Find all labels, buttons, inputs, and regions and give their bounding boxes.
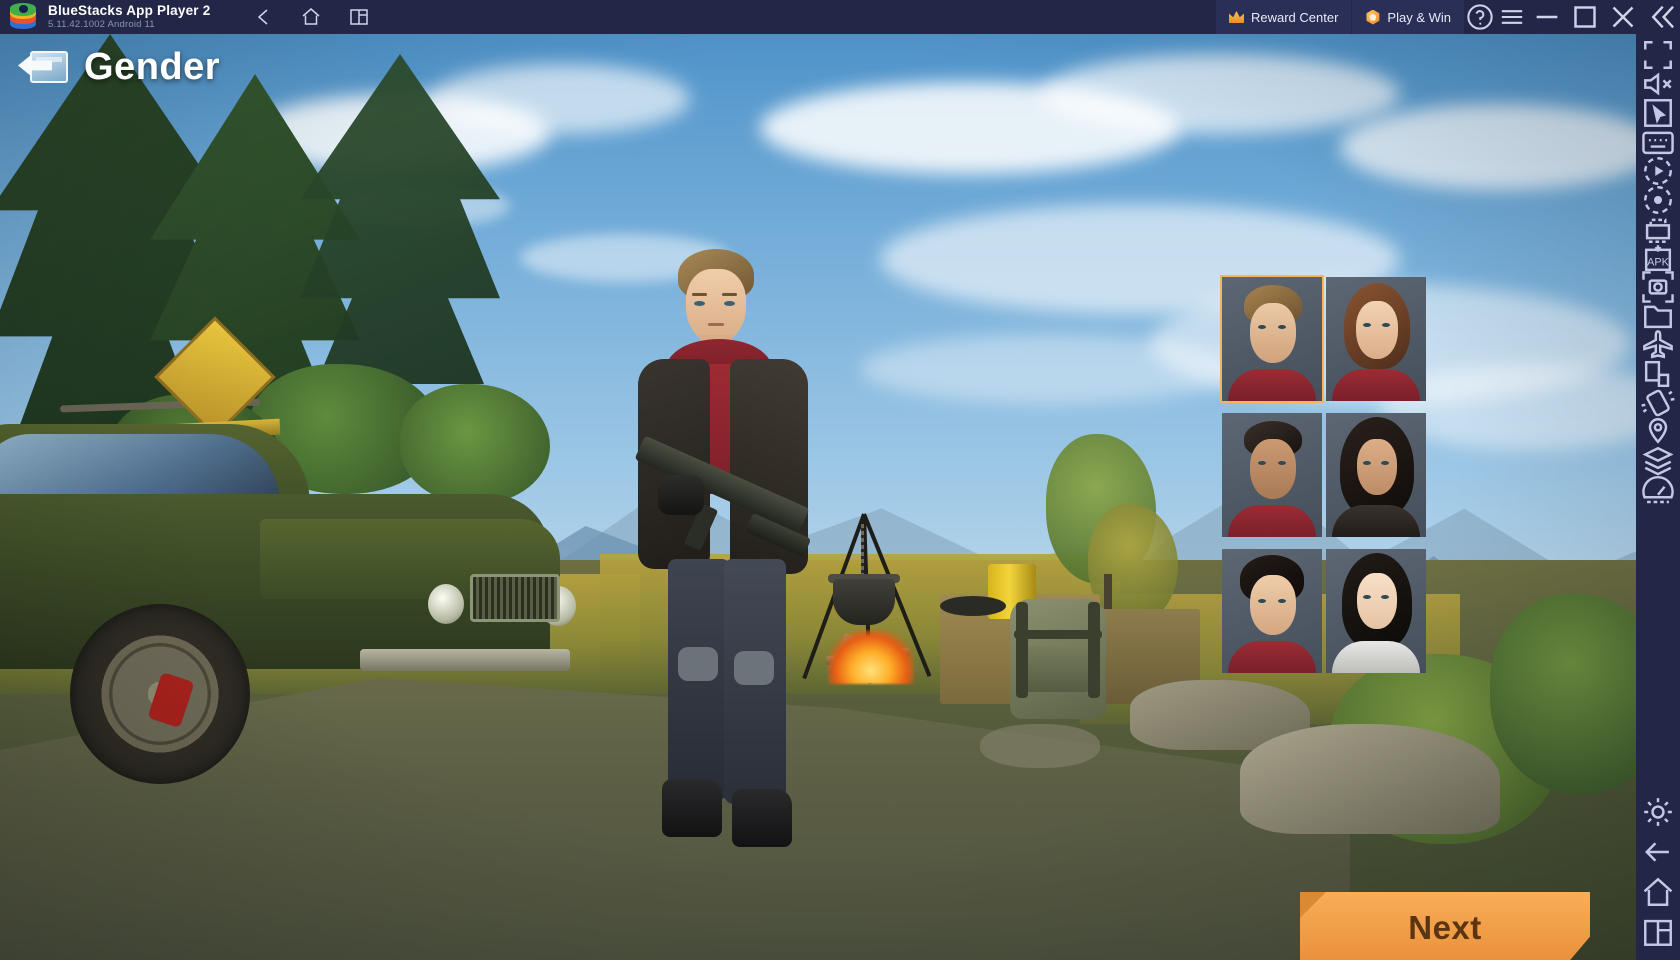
app-version: 5.11.42.1002 Android 11 <box>48 19 155 31</box>
portrait-male-dark[interactable] <box>1222 413 1322 537</box>
help-circle-icon[interactable] <box>1464 0 1496 34</box>
title-bar: BlueStacks App Player 2 5.11.42.1002 And… <box>0 0 1680 34</box>
close-button[interactable] <box>1604 0 1642 34</box>
character-portrait-grid <box>1220 275 1434 673</box>
next-button-label: Next <box>1408 909 1482 946</box>
page-title: Gender <box>84 46 221 88</box>
hamburger-menu-icon[interactable] <box>1496 0 1528 34</box>
muscle-car <box>0 424 576 784</box>
minimize-button[interactable] <box>1528 0 1566 34</box>
play-and-win-label: Play & Win <box>1387 9 1451 25</box>
android-home-icon[interactable] <box>1638 872 1678 912</box>
settings-gear-icon[interactable] <box>1638 792 1678 832</box>
back-arrow-icon[interactable] <box>18 47 68 89</box>
coin-icon <box>1366 9 1380 25</box>
portrait-male-black[interactable] <box>1222 549 1322 673</box>
bluestacks-sidebar: APK <box>1636 34 1680 960</box>
multi-instance-icon[interactable] <box>348 6 370 28</box>
home-icon[interactable] <box>300 6 322 28</box>
portrait-female-brown[interactable] <box>1326 277 1426 401</box>
portrait-female-asian[interactable] <box>1326 549 1426 673</box>
android-recents-icon[interactable] <box>1638 912 1678 952</box>
reward-center-label: Reward Center <box>1250 9 1339 25</box>
titlebar-right-cluster: Reward Center Play & Win <box>1215 0 1680 34</box>
app-title-block: BlueStacks App Player 2 5.11.42.1002 And… <box>48 2 211 31</box>
back-icon[interactable] <box>252 6 274 28</box>
portrait-male-blond[interactable] <box>1220 275 1324 403</box>
performance-icon[interactable] <box>1638 475 1678 504</box>
portrait-female-black[interactable] <box>1326 413 1426 537</box>
next-button[interactable]: Next <box>1300 892 1590 960</box>
play-and-win-button[interactable]: Play & Win <box>1352 0 1464 34</box>
crown-icon <box>1229 11 1244 23</box>
game-viewport[interactable]: Gender Next <box>0 34 1636 960</box>
sidebar-bottom-group <box>1638 792 1678 960</box>
bluestacks-window: BlueStacks App Player 2 5.11.42.1002 And… <box>0 0 1680 960</box>
collapse-sidebar-button[interactable] <box>1642 0 1680 34</box>
sidebar-top-group: APK <box>1638 34 1678 504</box>
app-title: BlueStacks App Player 2 <box>48 2 211 18</box>
maximize-button[interactable] <box>1566 0 1604 34</box>
bluestacks-logo-icon <box>10 3 36 30</box>
reward-center-button[interactable]: Reward Center <box>1215 0 1352 34</box>
player-character <box>596 239 846 847</box>
android-back-icon[interactable] <box>1638 832 1678 872</box>
screen-header: Gender <box>18 46 220 89</box>
window-nav-buttons <box>252 6 370 28</box>
